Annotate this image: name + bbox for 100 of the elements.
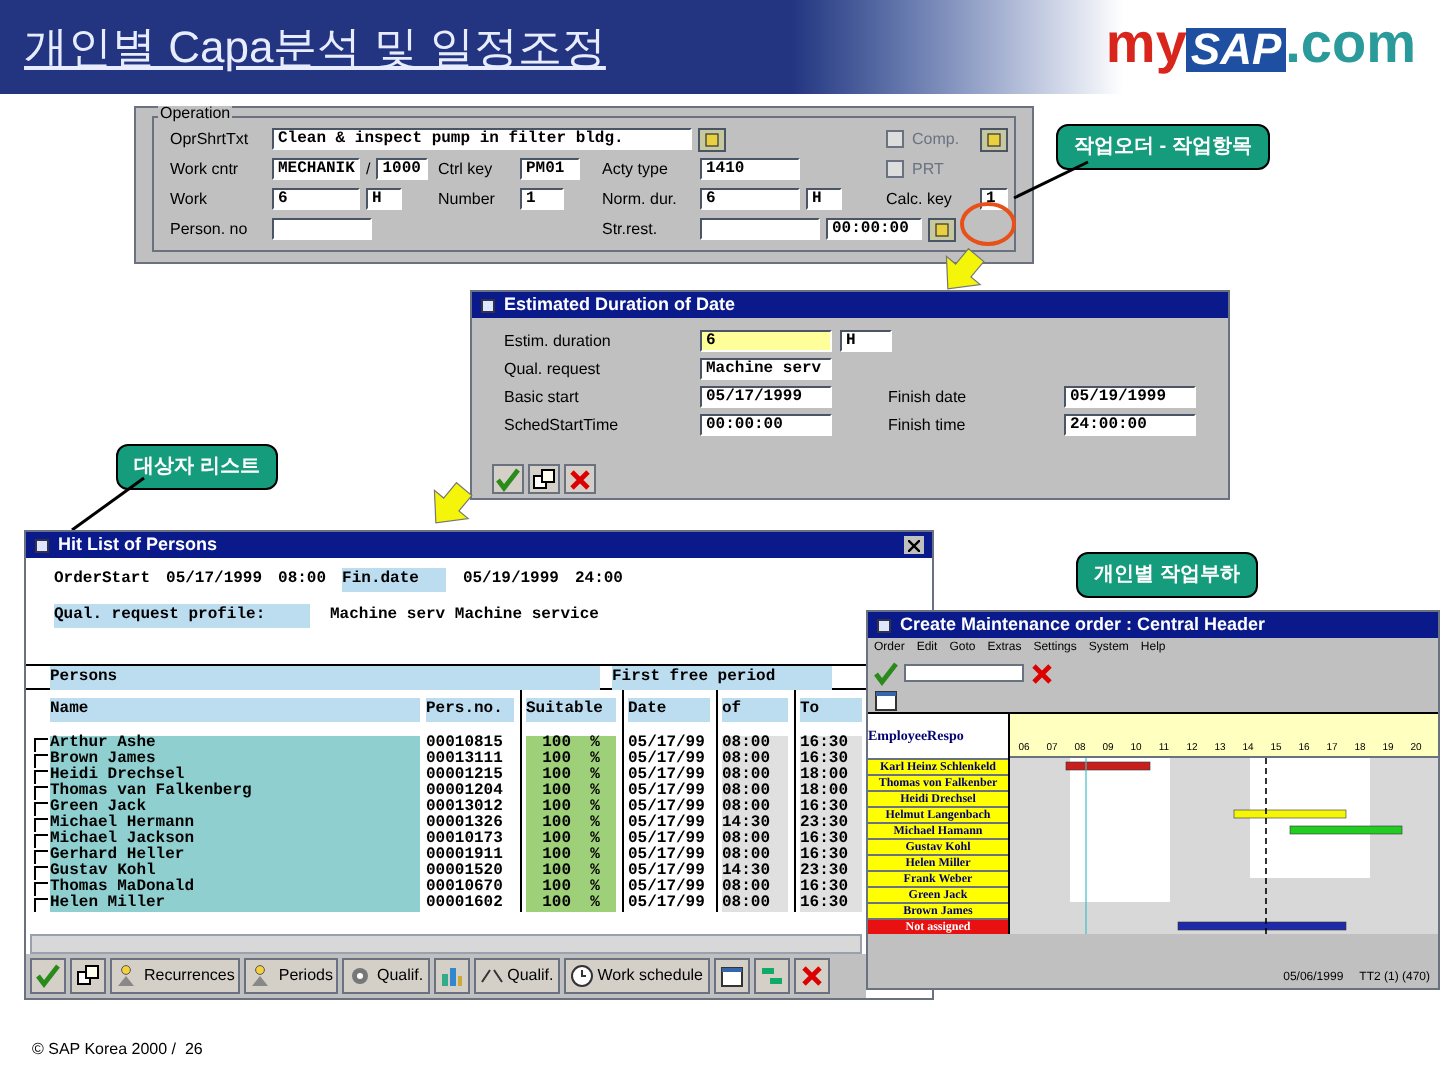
table-cell: Green Jack <box>50 800 420 816</box>
free-period <box>1070 758 1170 902</box>
table-cell: 08:00 <box>722 784 788 800</box>
table-cell: 16:30 <box>800 736 862 752</box>
toolbar-button[interactable] <box>713 958 749 994</box>
table-cell-text: 00001204 <box>426 784 505 800</box>
input-field[interactable]: PM01 <box>520 158 580 180</box>
input-field[interactable]: 00:00:00 <box>826 218 922 240</box>
horizontal-scrollbar[interactable] <box>30 934 862 954</box>
field-label: Ctrl key <box>438 157 495 181</box>
toolbar-button[interactable] <box>528 464 560 494</box>
input-field[interactable]: H <box>806 188 842 210</box>
document-icon <box>704 131 720 147</box>
window-icon <box>876 617 892 633</box>
input-field[interactable]: H <box>366 188 402 210</box>
table-cell: 16:30 <box>800 880 862 896</box>
table-cell: 14:30 <box>722 864 788 880</box>
input-field[interactable]: 05/17/1999 <box>700 386 832 408</box>
table-cell: 100 % <box>526 800 616 816</box>
field-label: SchedStartTime <box>504 413 621 437</box>
checkbox[interactable] <box>886 160 904 178</box>
field-label: Finish date <box>888 385 969 409</box>
table-cell-text: 05/17/99 <box>628 896 707 912</box>
tool-button[interactable] <box>698 127 726 151</box>
window-title: Hit List of Persons <box>58 531 220 558</box>
toolbar-button[interactable] <box>70 958 106 994</box>
toolbar-button[interactable]: Periods <box>244 958 339 994</box>
input-field[interactable]: 6 <box>272 188 360 210</box>
column-header: Suitable <box>526 698 616 722</box>
toolbar-button[interactable]: Work schedule <box>563 958 709 994</box>
table-cell-text: 05/17/99 <box>628 848 707 864</box>
gantt-bar[interactable] <box>1177 921 1347 931</box>
header-text: 24:00 <box>574 568 623 592</box>
row-checkbox[interactable] <box>34 769 48 783</box>
row-checkbox[interactable] <box>34 737 48 751</box>
table-cell: 08:00 <box>722 832 788 848</box>
row-checkbox[interactable] <box>34 849 48 863</box>
table-cell: 23:30 <box>800 816 862 832</box>
field-label: Number <box>438 187 497 211</box>
input-field[interactable] <box>272 218 372 240</box>
row-checkbox[interactable] <box>34 785 48 799</box>
input-field[interactable]: 1 <box>520 188 564 210</box>
close-button[interactable] <box>904 536 924 554</box>
table-cell-text: 05/17/99 <box>628 816 707 832</box>
checkbox-label: PRT <box>912 157 944 181</box>
row-checkbox[interactable] <box>34 881 48 895</box>
input-field[interactable]: MECHANIK <box>272 158 360 180</box>
document-icon <box>986 131 1002 147</box>
table-cell-text: 00013111 <box>426 752 505 768</box>
table-cell: 16:30 <box>800 848 862 864</box>
input-field[interactable] <box>700 218 820 240</box>
input-field[interactable]: 1410 <box>700 158 800 180</box>
input-field[interactable]: 1000 <box>376 158 429 180</box>
input-field[interactable]: 05/19/1999 <box>1064 386 1196 408</box>
command-field[interactable] <box>904 664 1024 682</box>
table-cell: 08:00 <box>722 896 788 912</box>
window-title: Estimated Duration of Date <box>504 291 738 318</box>
input-field[interactable]: 6 <box>700 188 800 210</box>
row-checkbox[interactable] <box>34 865 48 879</box>
gantt-bar[interactable] <box>1065 761 1151 771</box>
table-cell-text: 00010670 <box>426 880 505 896</box>
field-label: Calc. key <box>886 187 954 211</box>
row-checkbox[interactable] <box>34 753 48 767</box>
input-field[interactable]: H <box>840 330 892 352</box>
row-checkbox[interactable] <box>34 897 48 911</box>
tool-button[interactable] <box>980 127 1008 151</box>
table-cell-text: 05/17/99 <box>628 864 707 880</box>
table-cell: 08:00 <box>722 752 788 768</box>
document-icon <box>934 221 950 237</box>
table-cell: 23:30 <box>800 864 862 880</box>
input-field[interactable]: 6 <box>700 330 832 352</box>
checkbox[interactable] <box>886 130 904 148</box>
header-text: OrderStart <box>54 568 151 592</box>
table-cell: 14:30 <box>722 816 788 832</box>
header-text: 08:00 <box>278 568 327 592</box>
separator-text: / <box>366 157 371 181</box>
table-cell: 08:00 <box>722 768 788 784</box>
row-checkbox[interactable] <box>34 833 48 847</box>
window-title: Create Maintenance order : Central Header <box>900 612 1268 638</box>
row-checkbox[interactable] <box>34 817 48 831</box>
cancel-icon <box>799 964 823 988</box>
toolbar-button[interactable]: Qualif. <box>473 958 560 994</box>
field-label: Str.rest. <box>602 217 660 241</box>
toolbar-button[interactable]: Qualif. <box>342 958 430 994</box>
table-cell: Heidi Drechsel <box>50 768 420 784</box>
field-label: Finish time <box>888 413 968 437</box>
column-header: Date <box>628 698 710 722</box>
row-checkbox[interactable] <box>34 801 48 815</box>
input-field[interactable]: Machine serv <box>700 358 832 380</box>
toolbar-button[interactable]: Recurrences <box>110 958 241 994</box>
table-cell-text: 05/17/99 <box>628 752 707 768</box>
input-field[interactable]: 00:00:00 <box>700 414 832 436</box>
input-field[interactable]: 24:00:00 <box>1064 414 1196 436</box>
table-cell: 100 % <box>526 896 616 912</box>
compare-icon <box>479 964 504 988</box>
profile-label: Qual. request profile: <box>54 604 310 628</box>
tool-button[interactable] <box>928 217 956 241</box>
table-cell-text: 00010815 <box>426 736 505 752</box>
copy-icon <box>532 467 556 491</box>
input-field[interactable]: Clean & inspect pump in filter bldg. <box>272 128 692 150</box>
